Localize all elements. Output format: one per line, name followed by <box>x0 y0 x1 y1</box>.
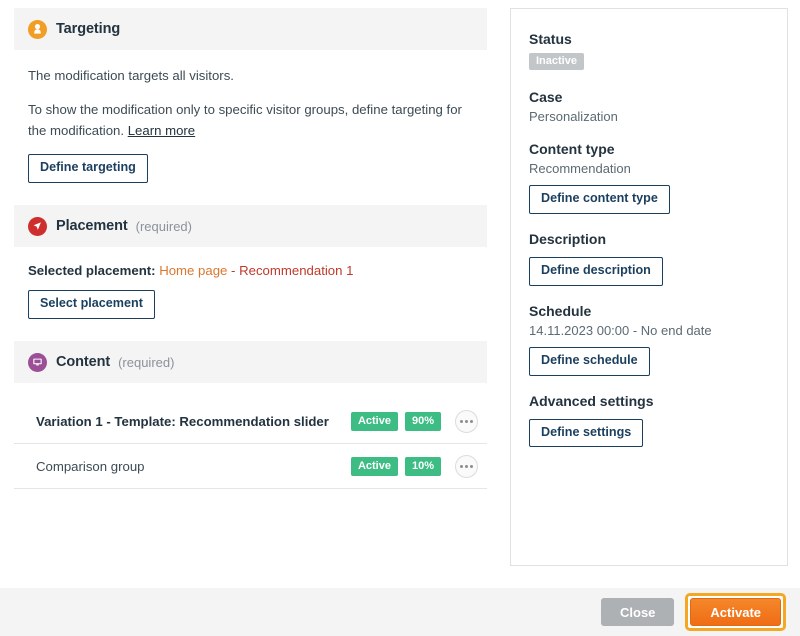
status-label: Status <box>529 31 769 47</box>
dot <box>460 420 463 423</box>
traffic-share-badge: 90% <box>405 412 441 431</box>
variation-name: Comparison group <box>36 459 344 474</box>
section-required-content: (required) <box>118 355 174 370</box>
selected-placement-line: Selected placement: Home page - Recommen… <box>28 263 473 278</box>
variation-name: Variation 1 - Template: Recommendation s… <box>36 414 344 429</box>
status-badge: Inactive <box>529 53 584 70</box>
cursor-arrow-icon <box>28 217 47 236</box>
section-header-placement: Placement (required) <box>14 205 487 247</box>
section-body-placement: Selected placement: Home page - Recommen… <box>14 247 487 341</box>
selected-placement-slot: - Recommendation 1 <box>227 263 353 278</box>
schedule-value: 14.11.2023 00:00 - No end date <box>529 323 769 338</box>
more-options-icon[interactable] <box>455 455 478 478</box>
traffic-share-badge: 10% <box>405 457 441 476</box>
dot <box>470 465 473 468</box>
case-label: Case <box>529 89 769 105</box>
selected-placement-page: Home page <box>159 263 227 278</box>
table-row[interactable]: Variation 1 - Template: Recommendation s… <box>14 399 487 444</box>
modification-editor: Targeting The modification targets all v… <box>0 0 800 636</box>
dot <box>465 465 468 468</box>
status-badge-wrap: Inactive <box>529 51 769 72</box>
schedule-label: Schedule <box>529 303 769 319</box>
advanced-settings-label: Advanced settings <box>529 393 769 409</box>
define-description-button[interactable]: Define description <box>529 257 663 286</box>
selected-placement-label: Selected placement: <box>28 263 156 278</box>
monitor-icon <box>28 353 47 372</box>
select-placement-button[interactable]: Select placement <box>28 290 155 319</box>
status-badge: Active <box>351 457 398 476</box>
details-panel: Status Inactive Case Personalization Con… <box>510 8 788 566</box>
activate-button[interactable]: Activate <box>690 598 781 626</box>
targeting-paragraph-1: The modification targets all visitors. <box>28 66 473 86</box>
define-content-type-button[interactable]: Define content type <box>529 185 670 214</box>
define-targeting-button[interactable]: Define targeting <box>28 154 148 183</box>
section-title-content: Content <box>56 354 110 370</box>
dot <box>465 420 468 423</box>
section-header-content: Content (required) <box>14 341 487 383</box>
close-button[interactable]: Close <box>601 598 674 626</box>
section-title-placement: Placement <box>56 218 128 234</box>
target-person-icon <box>28 20 47 39</box>
activate-focus-ring: Activate <box>685 593 786 631</box>
section-header-targeting: Targeting <box>14 8 487 50</box>
status-badge: Active <box>351 412 398 431</box>
case-value: Personalization <box>529 109 769 124</box>
description-label: Description <box>529 231 769 247</box>
targeting-paragraph-2-text: To show the modification only to specifi… <box>28 102 462 137</box>
section-body-targeting: The modification targets all visitors. T… <box>14 50 487 205</box>
dot <box>460 465 463 468</box>
section-content: Content (required) Variation 1 - Templat… <box>14 341 487 489</box>
dialog-footer: Close Activate <box>0 588 800 636</box>
selected-placement-value[interactable]: Home page - Recommendation 1 <box>159 263 353 278</box>
content-type-label: Content type <box>529 141 769 157</box>
section-title-targeting: Targeting <box>56 21 120 37</box>
define-settings-button[interactable]: Define settings <box>529 419 643 448</box>
section-targeting: Targeting The modification targets all v… <box>14 8 487 205</box>
section-required-placement: (required) <box>136 219 192 234</box>
learn-more-link[interactable]: Learn more <box>128 123 195 138</box>
table-row[interactable]: Comparison group Active 10% <box>14 444 487 489</box>
more-options-icon[interactable] <box>455 410 478 433</box>
section-placement: Placement (required) Selected placement:… <box>14 205 487 341</box>
dot <box>470 420 473 423</box>
content-type-value: Recommendation <box>529 161 769 176</box>
variation-list: Variation 1 - Template: Recommendation s… <box>14 399 487 489</box>
define-schedule-button[interactable]: Define schedule <box>529 347 650 376</box>
main-sections-column: Targeting The modification targets all v… <box>14 8 487 489</box>
targeting-paragraph-2: To show the modification only to specifi… <box>28 100 473 141</box>
